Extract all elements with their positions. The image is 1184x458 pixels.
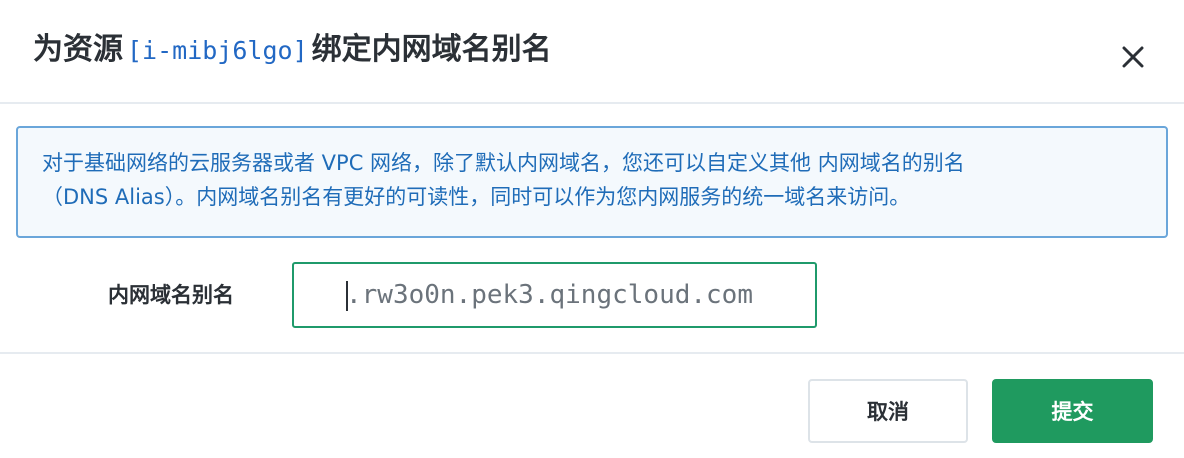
alias-input-wrapper[interactable] [292,262,817,328]
resource-id: [i-mibj6lgo] [127,36,308,65]
submit-button[interactable]: 提交 [992,379,1153,443]
footer-divider [0,352,1184,354]
cancel-button[interactable]: 取消 [808,379,968,443]
notice-line-1: 对于基础网络的云服务器或者 VPC 网络，除了默认内网域名，您还可以自定义其他 … [42,151,965,175]
alias-label: 内网域名别名 [108,283,234,307]
bind-dns-alias-dialog: 为资源 [i-mibj6lgo] 绑定内网域名别名 对于基础网络的云服务器或者 VP… [0,0,1184,458]
alias-form-row: 内网域名别名 [0,262,1184,330]
notice-line-2: （DNS Alias）。内网域名别名有更好的可读性，同时可以作为您内网服务的统一… [42,185,911,209]
title-suffix: 绑定内网域名别名 [311,32,552,67]
title-prefix: 为资源 [33,32,123,67]
close-button[interactable] [1116,40,1150,74]
alias-input[interactable] [346,264,806,326]
dialog-title: 为资源 [i-mibj6lgo] 绑定内网域名别名 [33,28,552,73]
info-notice: 对于基础网络的云服务器或者 VPC 网络，除了默认内网域名，您还可以自定义其他 … [16,126,1168,238]
close-icon [1122,46,1144,68]
dialog-header: 为资源 [i-mibj6lgo] 绑定内网域名别名 [0,0,1184,104]
